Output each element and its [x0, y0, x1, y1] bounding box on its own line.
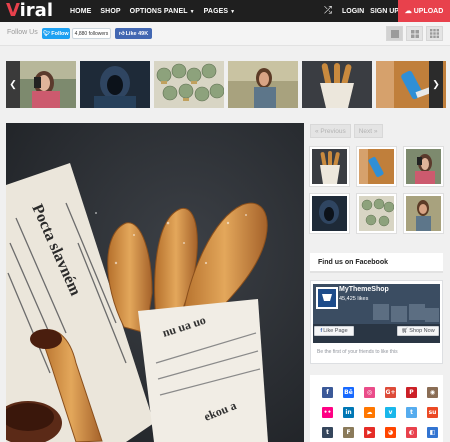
related-thumb-hooded-figure[interactable]: [310, 194, 349, 233]
nav-item-shop[interactable]: SHOP: [100, 8, 120, 15]
caret-down-icon: ▼: [189, 8, 195, 15]
carousel-thumb-woman-on-phone[interactable]: [228, 61, 298, 108]
social-follow-bar: Follow Us 🐦︎ Follow 4,880 followers 👍︎ Lik…: [0, 22, 450, 46]
related-thumb-rolled-banknotes[interactable]: [357, 194, 396, 233]
facebook-like-page-button[interactable]: f Like Page: [314, 326, 354, 336]
behance-icon[interactable]: Bē: [343, 387, 354, 398]
twitter-follow-label: Follow: [51, 30, 69, 37]
nav-item-pages[interactable]: PAGES ▼: [204, 8, 236, 15]
reddit-icon[interactable]: ◕: [385, 427, 396, 438]
twitter-follower-count[interactable]: 4,880 followers: [72, 28, 111, 39]
twitter-icon[interactable]: t: [406, 407, 417, 418]
facebook-widget-title: Find us on Facebook: [310, 253, 443, 273]
related-posts-grid: [310, 147, 443, 236]
like-page-label: Like Page: [323, 328, 348, 334]
pinterest-icon[interactable]: P: [406, 387, 417, 398]
related-thumb-churros[interactable]: [310, 147, 349, 186]
shuffle-icon[interactable]: ⤮: [324, 5, 332, 17]
nav-item-label: OPTIONS PANEL: [129, 7, 188, 15]
caret-down-icon: ▼: [230, 8, 236, 15]
logo-text: iral: [19, 0, 53, 21]
youtube-icon[interactable]: ▶: [364, 427, 375, 438]
grid-2-icon[interactable]: [406, 26, 423, 41]
vimeo-icon[interactable]: v: [385, 407, 396, 418]
post-hero-image[interactable]: Pocta slavném nu ua uo ekou a: [6, 123, 304, 442]
facebook-page-widget: MyThemeShop 45,425 likes f Like Page 🛒︎ Sh…: [310, 280, 443, 364]
chevron-left-icon: ❮: [9, 79, 17, 89]
logo-accent-letter: V: [6, 0, 20, 21]
github-icon[interactable]: ◐: [406, 427, 417, 438]
featured-carousel: ❮ ❯: [6, 61, 446, 108]
related-thumb-blue-spray-bottle[interactable]: [357, 147, 396, 186]
facebook-shop-now-button[interactable]: 🛒︎ Shop Now: [397, 326, 439, 336]
nav-item-label: PAGES: [203, 7, 229, 15]
facebook-f-icon: f: [320, 328, 323, 334]
carousel-thumb-hooded-figure[interactable]: [80, 61, 150, 108]
chevron-right-icon: ❯: [432, 79, 440, 89]
facebook-like-button[interactable]: 👍︎ Like 49K: [115, 28, 152, 39]
main-menu: HOME SHOP OPTIONS PANEL ▼ PAGES ▼: [70, 0, 235, 22]
facebook-friends-text: Be the first of your friends to like thi…: [317, 349, 398, 355]
post-pagination: « Previous Next »: [310, 124, 383, 138]
carousel-thumb-churros[interactable]: [302, 61, 372, 108]
carousel-prev-button[interactable]: ❮: [6, 61, 20, 108]
cart-icon: 🛒︎: [401, 328, 409, 334]
login-link[interactable]: LOGIN: [342, 8, 364, 15]
twitter-follow-button[interactable]: 🐦︎ Follow: [42, 28, 70, 39]
facebook-page-likes: 45,425 likes: [339, 296, 369, 302]
layout-toggle-group: [386, 26, 443, 41]
linkedin-icon[interactable]: in: [343, 407, 354, 418]
nav-item-options-panel[interactable]: OPTIONS PANEL ▼: [130, 8, 195, 15]
shop-now-label: Shop Now: [409, 328, 435, 334]
thumbs-up-icon: 👍︎: [118, 30, 125, 37]
related-thumb-girl-with-phone[interactable]: [404, 147, 443, 186]
previous-post-button[interactable]: « Previous: [310, 124, 351, 138]
auth-links: LOGIN SIGN UP: [342, 0, 399, 22]
nav-item-home[interactable]: HOME: [70, 8, 91, 15]
twitter-bird-icon: 🐦︎: [43, 30, 51, 37]
google-plus-icon[interactable]: G+: [385, 387, 396, 398]
delicious-icon[interactable]: ◧: [427, 427, 438, 438]
carousel-thumb-rolled-banknotes[interactable]: [154, 61, 224, 108]
carousel-next-button[interactable]: ❯: [429, 61, 443, 108]
social-profiles-widget: f Bē ◎ G+ P ◉ •• in ☁ v t su t F ▶ ◕ ◐ ◧: [310, 375, 443, 442]
signup-link[interactable]: SIGN UP: [370, 8, 399, 15]
soundcloud-icon[interactable]: ☁: [364, 407, 375, 418]
next-post-button[interactable]: Next »: [353, 124, 383, 138]
related-thumb-woman-on-phone[interactable]: [404, 194, 443, 233]
upload-button[interactable]: ☁ UPLOAD: [398, 0, 450, 22]
site-logo[interactable]: Viral: [6, 0, 53, 22]
flickr-icon[interactable]: ••: [322, 407, 333, 418]
top-navigation-bar: Viral HOME SHOP OPTIONS PANEL ▼ PAGES ▼ ⤮ …: [0, 0, 450, 22]
grid-1-icon[interactable]: [386, 26, 403, 41]
facebook-page-name[interactable]: MyThemeShop: [339, 286, 389, 293]
instagram-icon[interactable]: ◉: [427, 387, 438, 398]
follow-us-label: Follow Us: [7, 29, 38, 36]
grid-3-icon[interactable]: [426, 26, 443, 41]
facebook-icon[interactable]: f: [322, 387, 333, 398]
upload-label: UPLOAD: [413, 7, 444, 15]
tumblr-icon[interactable]: t: [322, 427, 333, 438]
dribbble-icon[interactable]: ◎: [364, 387, 375, 398]
cloud-upload-icon: ☁: [404, 8, 412, 15]
foursquare-icon[interactable]: F: [343, 427, 354, 438]
facebook-like-label: Like 49K: [125, 30, 149, 37]
stumbleupon-icon[interactable]: su: [427, 407, 438, 418]
